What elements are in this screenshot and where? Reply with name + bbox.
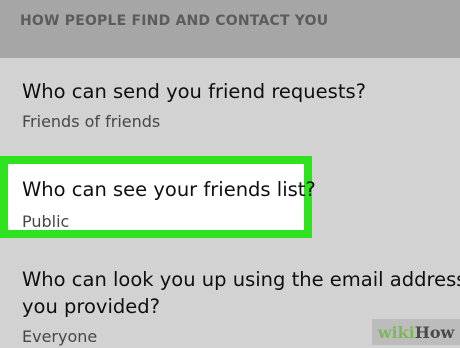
setting-title-line-1: Who can look you up using the email addr… — [22, 268, 460, 291]
setting-title: Who can see your friends list? — [22, 178, 316, 201]
setting-value: Public — [22, 212, 70, 231]
setting-friend-requests[interactable]: Who can send you friend requests? Friend… — [0, 78, 460, 133]
watermark-wiki: wiki — [377, 322, 415, 342]
watermark-how: How — [414, 322, 455, 342]
setting-title: Who can send you friend requests? — [22, 80, 366, 103]
section-header-label: HOW PEOPLE FIND AND CONTACT YOU — [20, 13, 329, 29]
setting-value: Friends of friends — [22, 112, 161, 131]
wikihow-watermark: wiki How — [372, 319, 460, 345]
setting-friends-list[interactable]: Who can see your friends list? Public — [0, 156, 316, 238]
section-header: HOW PEOPLE FIND AND CONTACT YOU — [0, 0, 460, 58]
setting-title-line-2: you provided? — [22, 295, 160, 318]
